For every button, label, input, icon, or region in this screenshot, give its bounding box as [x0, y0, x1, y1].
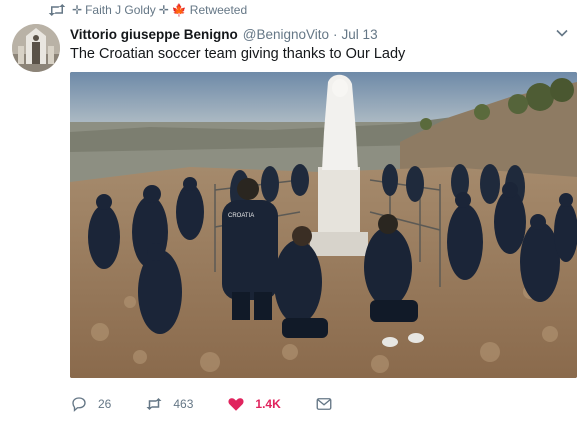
retweeter-prefix: ✛	[72, 3, 83, 17]
tweet-actions: 26 463 1.4K	[70, 392, 377, 416]
heart-icon	[228, 398, 244, 411]
envelope-icon	[316, 398, 332, 410]
chevron-down-icon[interactable]	[555, 26, 569, 40]
separator-dot: ·	[333, 26, 338, 42]
tweet-photo[interactable]: CROATIA	[70, 72, 577, 378]
retweet-icon	[146, 398, 162, 410]
retweet-count: 463	[173, 397, 194, 411]
retweet-icon	[48, 4, 66, 16]
avatar[interactable]	[12, 24, 60, 72]
tweet-text: The Croatian soccer team giving thanks t…	[70, 46, 406, 62]
retweeted-label: Retweeted	[189, 3, 248, 17]
author-display-name[interactable]: Vittorio giuseppe Benigno	[70, 27, 238, 42]
retweeter-name[interactable]: Faith J Goldy	[85, 3, 156, 17]
maple-leaf-icon: 🍁	[171, 3, 187, 17]
reply-button[interactable]: 26	[70, 395, 111, 413]
like-button[interactable]: 1.4K	[227, 395, 281, 413]
author-handle[interactable]: @BenignoVito	[243, 27, 329, 42]
tweet-timestamp[interactable]: Jul 13	[342, 27, 378, 42]
direct-message-button[interactable]	[315, 395, 343, 413]
jacket-text: CROATIA	[228, 213, 254, 219]
retweeter-suffix: ✛	[158, 3, 169, 17]
reply-icon	[72, 397, 86, 412]
retweet-button[interactable]: 463	[145, 395, 193, 413]
tweet-header: Vittorio giuseppe Benigno @BenignoVito ·…	[70, 24, 569, 44]
reply-count: 26	[98, 397, 112, 411]
like-count: 1.4K	[255, 397, 281, 411]
retweet-context: ✛ Faith J Goldy ✛ 🍁 Retweeted	[48, 2, 247, 18]
